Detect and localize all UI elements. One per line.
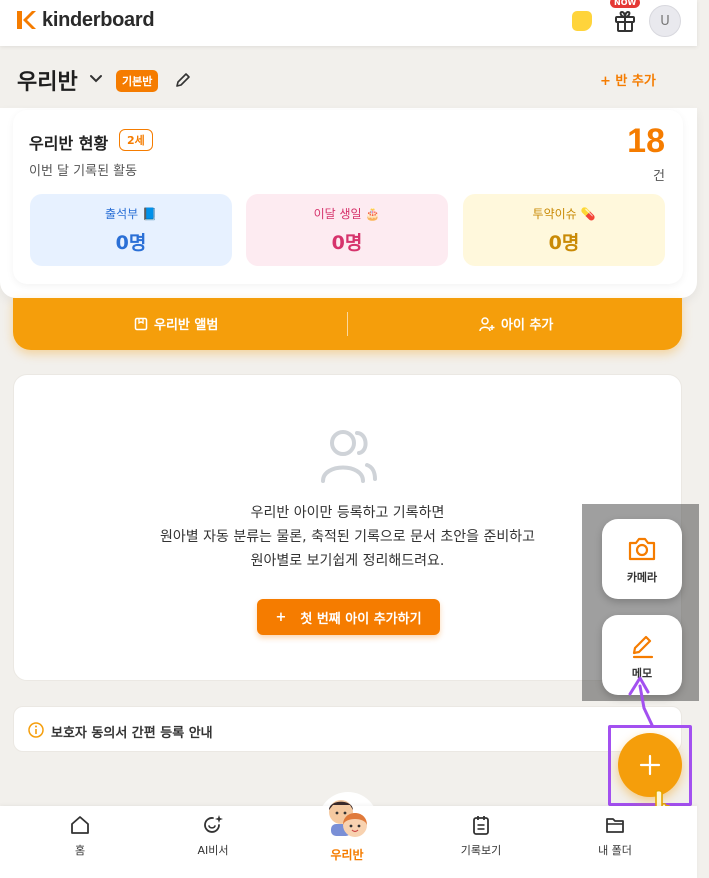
fab-add-button[interactable] <box>618 733 682 797</box>
info-icon <box>28 722 44 738</box>
class-album-button[interactable]: 우리반 앨범 <box>134 314 218 333</box>
folder-icon <box>606 818 624 833</box>
age-badge: 2세 <box>119 129 153 151</box>
gift-icon[interactable] <box>613 8 637 34</box>
nav-item-folder[interactable]: 내 폴더 <box>560 814 670 858</box>
add-class-button[interactable]: + 반 추가 <box>600 70 656 89</box>
medication-label: 투약이슈 💊 <box>532 207 596 221</box>
class-title[interactable]: 우리반 <box>17 64 78 96</box>
class-status-card: 우리반 현황 2세 이번 달 기록된 활동 18 건 출석부 📘 0명 이달 생… <box>13 110 683 284</box>
add-child-label: 아이 추가 <box>501 318 554 333</box>
class-header: 우리반 기본반 + 반 추가 <box>0 50 697 110</box>
empty-state-line1: 우리반 아이만 등록하고 기록하면 <box>250 505 445 521</box>
new-badge: NOW <box>610 0 641 8</box>
nav-item-home[interactable]: 홈 <box>25 814 135 858</box>
medication-value: 0명 <box>548 232 580 254</box>
plus-icon: + <box>275 609 287 625</box>
class-album-label: 우리반 앨범 <box>154 318 219 333</box>
nav-label-folder: 내 폴더 <box>598 844 632 857</box>
nav-item-records[interactable]: 기록보기 <box>426 814 536 858</box>
add-user-icon <box>479 316 495 331</box>
user-avatar[interactable]: U <box>649 5 681 37</box>
plus-icon <box>639 754 661 776</box>
logo[interactable]: kinderboard <box>14 8 155 32</box>
pencil-icon[interactable] <box>173 70 193 90</box>
album-icon <box>134 317 148 330</box>
empty-state-line3: 원아별로 보기쉽게 정리해드려요. <box>250 553 445 569</box>
nav-label-records: 기록보기 <box>460 844 502 857</box>
brand-name: kinderboard <box>42 8 155 31</box>
arrow-annotation-icon <box>628 676 654 727</box>
sticky-note-icon[interactable] <box>572 11 592 31</box>
class-action-bar: 우리반 앨범 아이 추가 <box>13 298 682 350</box>
birthday-value: 0명 <box>331 232 363 254</box>
camera-icon <box>628 537 656 561</box>
birthday-stat[interactable]: 이달 생일 🎂 0명 <box>246 194 448 266</box>
medication-stat[interactable]: 투약이슈 💊 0명 <box>463 194 665 266</box>
add-first-child-button[interactable]: + 첫 번째 아이 추가하기 <box>257 599 440 635</box>
camera-button[interactable]: 카메라 <box>602 519 682 599</box>
top-bar: kinderboard NOW U <box>0 0 697 46</box>
camera-label: 카메라 <box>626 571 658 584</box>
activity-count-unit: 건 <box>653 169 665 184</box>
pen-icon <box>632 635 654 659</box>
empty-state-line2: 원아별 자동 분류는 물론, 축적된 기록으로 문서 초안을 준비하고 <box>160 529 535 545</box>
consent-guide-banner[interactable]: 보호자 동의서 간편 등록 안내 <box>13 706 682 752</box>
people-icon <box>321 430 377 483</box>
attendance-stat[interactable]: 출석부 📘 0명 <box>30 194 232 266</box>
ai-assistant-icon <box>204 815 223 833</box>
chevron-down-icon[interactable] <box>88 70 104 86</box>
status-title: 우리반 현황 <box>29 134 109 153</box>
attendance-value: 0명 <box>115 232 147 254</box>
activity-count: 18 <box>627 122 665 160</box>
class-type-badge: 기본반 <box>116 70 159 92</box>
add-first-child-label: 첫 번째 아이 추가하기 <box>300 611 422 627</box>
consent-guide-text: 보호자 동의서 간편 등록 안내 <box>51 726 213 741</box>
nav-label-class: 우리반 <box>330 848 364 862</box>
add-child-button[interactable]: 아이 추가 <box>479 314 553 333</box>
kinderboard-logo-icon <box>17 11 36 29</box>
nav-label-home: 홈 <box>74 844 86 857</box>
notebook-icon <box>473 816 489 835</box>
birthday-label: 이달 생일 🎂 <box>313 207 381 221</box>
attendance-label: 출석부 📘 <box>105 207 157 221</box>
kids-illustration-icon <box>329 800 367 837</box>
home-icon <box>71 816 89 834</box>
action-divider <box>347 312 348 336</box>
nav-label-ai: AI비서 <box>197 844 229 857</box>
status-panel: 우리반 현황 2세 이번 달 기록된 활동 18 건 출석부 📘 0명 이달 생… <box>0 108 697 298</box>
status-subtitle: 이번 달 기록된 활동 <box>29 164 138 179</box>
nav-item-ai[interactable]: AI비서 <box>158 814 268 858</box>
